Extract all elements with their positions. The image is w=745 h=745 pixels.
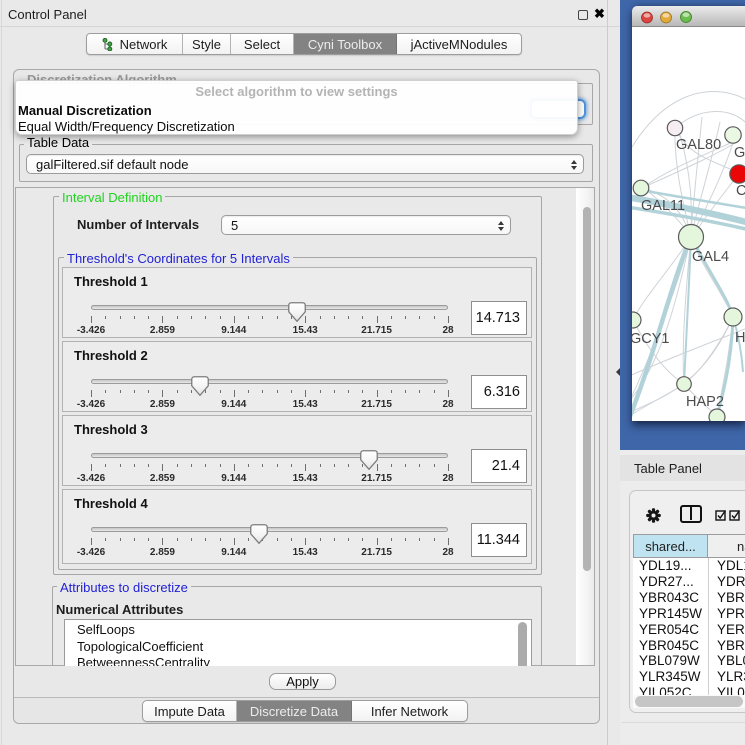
svg-text:GAL11: GAL11 <box>641 198 685 214</box>
svg-text:HAP2: HAP2 <box>686 394 724 410</box>
svg-text:GAL4: GAL4 <box>692 249 729 265</box>
svg-text:CT: CT <box>736 183 745 199</box>
svg-text:H: H <box>735 330 745 346</box>
svg-text:GAL80: GAL80 <box>676 137 721 153</box>
svg-text:GA: GA <box>734 145 745 161</box>
svg-text:GCY1: GCY1 <box>632 331 670 347</box>
